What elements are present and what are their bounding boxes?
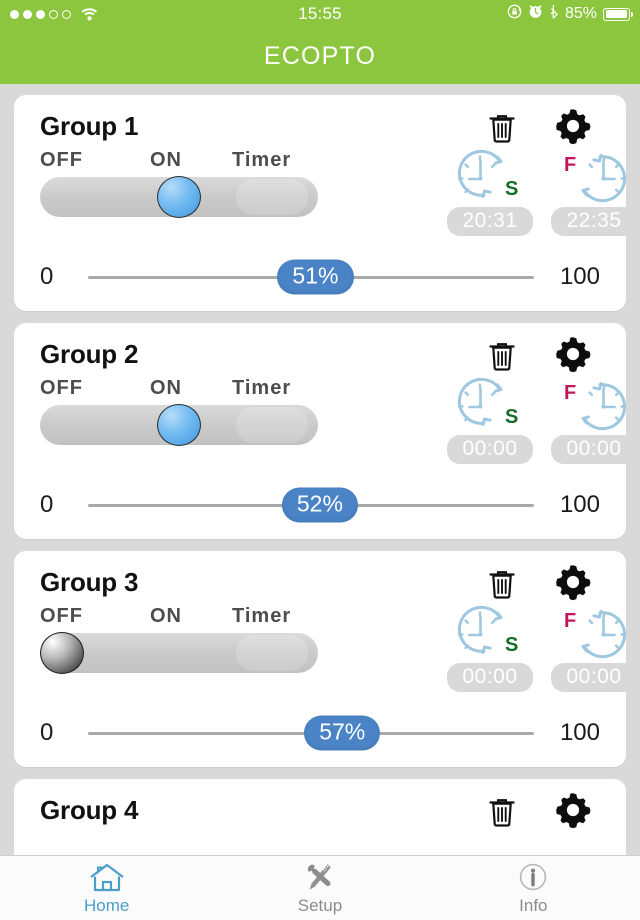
mode-toggle[interactable]: OFF ON Timer bbox=[40, 603, 340, 674]
mode-toggle-knob[interactable] bbox=[157, 176, 201, 218]
group-settings-button[interactable] bbox=[552, 561, 594, 603]
mode-label-timer[interactable]: Timer bbox=[232, 149, 291, 172]
finish-time-group[interactable]: F 22:35 bbox=[550, 147, 638, 236]
clock-finish-icon: F bbox=[554, 147, 634, 205]
brightness-slider[interactable]: 0 51% 100 bbox=[14, 259, 626, 295]
mode-toggle[interactable]: OFF ON Timer bbox=[40, 375, 340, 446]
group-title: Group 2 bbox=[40, 339, 139, 369]
delete-group-button[interactable] bbox=[484, 793, 520, 829]
finish-time-group[interactable]: F 00:00 bbox=[550, 375, 638, 464]
group-settings-button[interactable] bbox=[552, 789, 594, 831]
mode-label-off[interactable]: OFF bbox=[40, 605, 150, 628]
home-icon bbox=[87, 860, 127, 894]
app-header: ECOPTO bbox=[0, 28, 640, 84]
start-time-group[interactable]: S 00:00 bbox=[446, 375, 534, 464]
mode-label-timer[interactable]: Timer bbox=[232, 377, 291, 400]
svg-text:S: S bbox=[505, 178, 518, 200]
delete-group-button[interactable] bbox=[484, 337, 520, 373]
mode-label-on[interactable]: ON bbox=[150, 605, 232, 628]
group-title: Group 4 bbox=[40, 795, 139, 825]
timer-clocks: S 00:00 F 00:00 bbox=[446, 375, 638, 464]
delete-group-button[interactable] bbox=[484, 109, 520, 145]
mode-toggle[interactable]: OFF ON Timer bbox=[40, 147, 340, 218]
start-time-group[interactable]: S 20:31 bbox=[446, 147, 534, 236]
clock-start-icon: S bbox=[450, 375, 530, 433]
status-bar: 15:55 85% bbox=[0, 0, 640, 28]
mode-toggle-labels: OFF ON Timer bbox=[40, 147, 340, 173]
group-title: Group 3 bbox=[40, 567, 139, 597]
finish-time-badge[interactable]: 00:00 bbox=[551, 663, 637, 692]
clock-start-icon: S bbox=[450, 147, 530, 205]
svg-text:F: F bbox=[564, 154, 576, 176]
mode-toggle-knob[interactable] bbox=[157, 404, 201, 446]
slider-min-label: 0 bbox=[40, 719, 54, 746]
tab-home-label: Home bbox=[83, 896, 130, 915]
tools-icon bbox=[300, 860, 340, 894]
tab-setup[interactable]: Setup bbox=[213, 856, 426, 920]
slider-max-label: 100 bbox=[559, 263, 600, 290]
svg-text:F: F bbox=[564, 382, 576, 404]
group-card: Group 2 OFF ON Timer S 00:00 F 00:00 0 5… bbox=[14, 323, 637, 539]
timer-clocks: S 00:00 F 00:00 bbox=[446, 603, 638, 692]
slider-track[interactable]: 51% bbox=[88, 259, 534, 295]
start-time-badge[interactable]: 00:00 bbox=[447, 663, 533, 692]
slider-max-label: 100 bbox=[559, 491, 600, 518]
group-settings-button[interactable] bbox=[552, 105, 594, 147]
group-card: Group 4 bbox=[14, 779, 626, 855]
group-list[interactable]: Group 1 OFF ON Timer S 20:31 F 22:35 0 5… bbox=[0, 84, 640, 855]
clock-finish-icon: F bbox=[554, 375, 634, 433]
group-title: Group 1 bbox=[40, 111, 139, 141]
tab-info-label: Info bbox=[519, 896, 548, 915]
svg-text:S: S bbox=[505, 406, 518, 428]
slider-min-label: 0 bbox=[40, 263, 54, 290]
status-bar-clock: 15:55 bbox=[298, 4, 342, 23]
timer-clocks: S 20:31 F 22:35 bbox=[446, 147, 638, 236]
group-settings-button[interactable] bbox=[552, 333, 594, 375]
group-card: Group 1 OFF ON Timer S 20:31 F 22:35 0 5… bbox=[14, 95, 637, 311]
clock-finish-icon: F bbox=[554, 603, 634, 661]
mode-toggle-track[interactable] bbox=[40, 632, 318, 674]
delete-group-button[interactable] bbox=[484, 565, 520, 601]
slider-min-label: 0 bbox=[40, 491, 54, 518]
finish-time-badge[interactable]: 00:00 bbox=[551, 435, 637, 464]
mode-toggle-track[interactable] bbox=[40, 176, 318, 218]
brightness-slider[interactable]: 0 52% 100 bbox=[14, 487, 626, 523]
svg-text:S: S bbox=[505, 634, 518, 656]
tab-info[interactable]: Info bbox=[427, 856, 640, 920]
mode-toggle-labels: OFF ON Timer bbox=[40, 375, 340, 401]
slider-thumb[interactable]: 51% bbox=[277, 259, 354, 295]
finish-time-badge[interactable]: 22:35 bbox=[551, 207, 637, 236]
clock-start-icon: S bbox=[450, 603, 530, 661]
slider-max-label: 100 bbox=[559, 719, 600, 746]
finish-time-group[interactable]: F 00:00 bbox=[550, 603, 638, 692]
slider-track[interactable]: 52% bbox=[88, 487, 534, 523]
battery-icon bbox=[603, 7, 633, 21]
mode-label-off[interactable]: OFF bbox=[40, 377, 150, 400]
info-icon bbox=[513, 860, 553, 894]
mode-toggle-knob[interactable] bbox=[40, 632, 84, 674]
tab-setup-label: Setup bbox=[297, 896, 343, 915]
bottom-tab-bar: Home Setup Info bbox=[0, 855, 640, 920]
mode-toggle-labels: OFF ON Timer bbox=[40, 603, 340, 629]
mode-label-on[interactable]: ON bbox=[150, 377, 232, 400]
page-title: ECOPTO bbox=[263, 41, 377, 70]
mode-toggle-track[interactable] bbox=[40, 404, 318, 446]
mode-label-on[interactable]: ON bbox=[150, 149, 232, 172]
slider-thumb[interactable]: 52% bbox=[281, 487, 358, 523]
tab-home[interactable]: Home bbox=[0, 856, 213, 920]
slider-track[interactable]: 57% bbox=[88, 715, 534, 751]
mode-label-timer[interactable]: Timer bbox=[232, 605, 291, 628]
slider-thumb[interactable]: 57% bbox=[304, 715, 381, 751]
brightness-slider[interactable]: 0 57% 100 bbox=[14, 715, 626, 751]
group-card: Group 3 OFF ON Timer S 00:00 F 00:00 0 5… bbox=[14, 551, 637, 767]
svg-text:F: F bbox=[564, 610, 576, 632]
start-time-badge[interactable]: 00:00 bbox=[447, 435, 533, 464]
start-time-badge[interactable]: 20:31 bbox=[447, 207, 533, 236]
mode-label-off[interactable]: OFF bbox=[40, 149, 150, 172]
start-time-group[interactable]: S 00:00 bbox=[446, 603, 534, 692]
